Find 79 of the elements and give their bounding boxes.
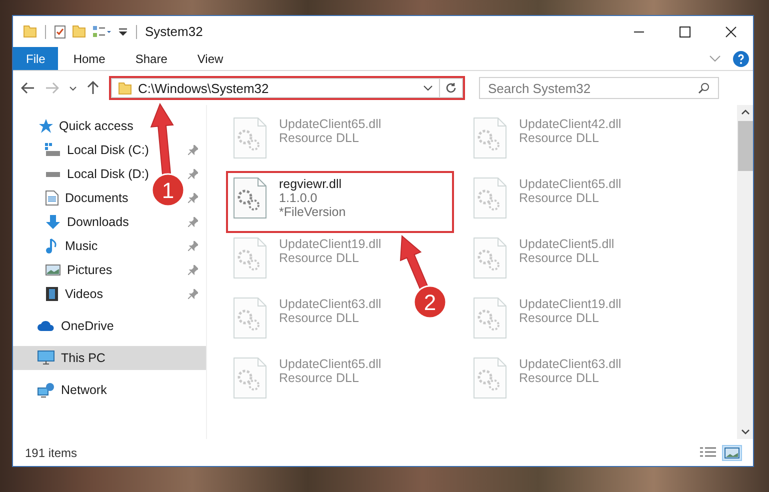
scroll-up-icon[interactable] (740, 109, 750, 115)
sidebar-item[interactable]: Downloads (45, 210, 129, 234)
file-detail: *FileVersion (279, 205, 346, 219)
cloud-icon (37, 320, 55, 332)
details-view-icon[interactable] (699, 446, 717, 460)
file-detail: Resource DLL (519, 311, 600, 325)
file-detail: Resource DLL (519, 191, 600, 205)
ribbon-tab[interactable]: Share (120, 47, 182, 70)
monitor-icon (37, 350, 55, 366)
search-icon (698, 82, 710, 94)
pin-icon[interactable] (188, 193, 198, 203)
recent-dropdown-icon[interactable] (69, 86, 77, 90)
gear-file-icon[interactable] (233, 177, 267, 219)
ribbon-tab[interactable]: File (13, 47, 58, 70)
properties-icon[interactable] (54, 24, 66, 38)
sidebar-item[interactable]: Videos (45, 282, 103, 306)
close-icon[interactable] (725, 26, 737, 38)
maximize-icon[interactable] (679, 26, 691, 38)
view-options-icon[interactable] (92, 24, 112, 38)
drive-icon (45, 143, 61, 157)
step-badge: 2 (413, 285, 447, 319)
forward-arrow-icon[interactable] (45, 82, 59, 94)
pin-icon[interactable] (188, 241, 198, 251)
document-icon (45, 190, 59, 206)
address-field[interactable]: C:\Windows\System32 (111, 78, 439, 98)
window-title: System32 (145, 24, 203, 39)
pin-icon[interactable] (188, 289, 198, 299)
sidebar-item[interactable]: Network (13, 378, 206, 402)
help-icon[interactable] (733, 50, 749, 66)
sidebar-item[interactable]: Local Disk (D:) (45, 162, 149, 186)
ribbon-tab[interactable]: View (182, 47, 238, 70)
sidebar-item[interactable]: Music (45, 234, 98, 258)
scrollbar[interactable] (737, 105, 753, 439)
customize-dropdown-icon[interactable] (118, 28, 128, 36)
dropdown-chevron-icon[interactable] (423, 85, 433, 91)
search-field[interactable]: Search System32 (479, 77, 719, 99)
star-icon (37, 118, 53, 134)
minimize-icon[interactable] (633, 30, 645, 32)
sidebar-item[interactable]: Local Disk (C:) (45, 138, 149, 162)
folder-icon[interactable] (23, 25, 37, 38)
sidebar-item[interactable]: Pictures (45, 258, 112, 282)
file-detail: Resource DLL (519, 131, 600, 145)
scroll-down-icon[interactable] (740, 429, 750, 435)
pin-icon[interactable] (188, 145, 198, 155)
scrollbar-thumb[interactable] (738, 121, 752, 171)
sidebar-item[interactable]: Documents (45, 186, 128, 210)
film-icon (45, 286, 59, 302)
refresh-icon (445, 82, 457, 94)
file-detail: 1.1.0.0 (279, 191, 318, 205)
drive-icon (45, 172, 61, 176)
music-note-icon (45, 238, 59, 254)
chevron-down-icon[interactable] (709, 55, 721, 62)
file-detail: Resource DLL (279, 251, 360, 265)
ribbon-tab[interactable]: Home (58, 47, 120, 70)
folder-icon[interactable] (72, 25, 86, 38)
up-arrow-icon[interactable] (87, 81, 99, 95)
large-icons-view-icon[interactable] (723, 446, 741, 460)
back-arrow-icon[interactable] (21, 82, 35, 94)
network-icon (37, 382, 55, 398)
sidebar-item[interactable]: Quick access (13, 114, 206, 138)
file-name[interactable]: regviewr.dll (279, 177, 346, 191)
pin-icon[interactable] (188, 169, 198, 179)
file-detail: Resource DLL (279, 371, 360, 385)
download-arrow-icon (45, 214, 61, 230)
step-badge: 1 (151, 173, 185, 207)
folder-icon (118, 82, 132, 94)
pin-icon[interactable] (188, 265, 198, 275)
picture-icon (45, 264, 61, 276)
pin-icon[interactable] (188, 217, 198, 227)
refresh-button[interactable] (439, 78, 463, 98)
file-detail: Resource DLL (519, 251, 600, 265)
file-detail: Resource DLL (519, 371, 600, 385)
file-detail: Resource DLL (279, 311, 360, 325)
item-count: 191 items (25, 446, 78, 460)
sidebar-item[interactable]: This PC (13, 346, 206, 370)
sidebar-item[interactable]: OneDrive (13, 314, 206, 338)
address-path: C:\Windows\System32 (138, 80, 270, 96)
annotation-arrow (400, 234, 428, 290)
file-detail: Resource DLL (279, 131, 360, 145)
